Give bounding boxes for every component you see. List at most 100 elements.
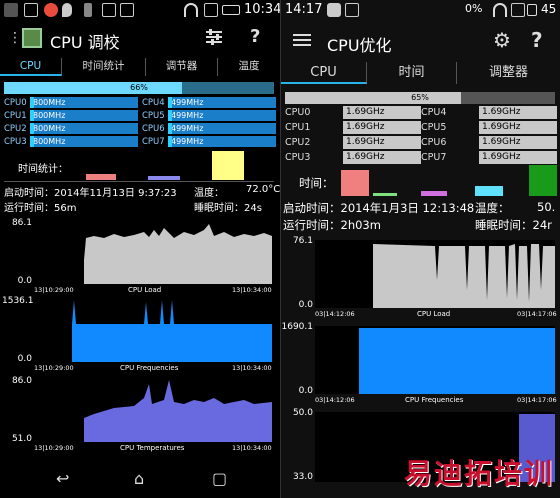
uptime-row: 运行时间：2h03m xyxy=(283,217,381,233)
cpu-temp-plot xyxy=(34,380,272,442)
freq-x-end: 03|14:17:06 xyxy=(517,396,557,404)
temp-ymax: 86.0 xyxy=(11,376,32,386)
core-label: CPU5 xyxy=(142,111,165,121)
tab-cpu[interactable]: CPU xyxy=(0,58,62,76)
tab-cpu[interactable]: CPU xyxy=(281,62,367,84)
core-frequency-bar: 800MHz xyxy=(30,110,138,121)
battery-icon xyxy=(527,4,537,16)
menu-icon[interactable] xyxy=(293,32,311,52)
uptime-label: 运行时间： xyxy=(283,218,341,232)
freq-title: CPU Frequencies xyxy=(120,364,179,372)
temp-label: 温度： xyxy=(475,201,510,215)
sleep-value: 24r xyxy=(532,218,552,232)
boot-time-row: 启动时间：2014年11月13日 9:37:23 xyxy=(4,184,177,199)
settings-gear-icon[interactable]: ⚙ xyxy=(493,28,511,52)
core-bar-marker xyxy=(168,97,172,108)
core-bar-marker xyxy=(30,136,34,147)
right-screenshot: 14:17 0% 45 CPU优化 ⚙ ? CPU 时间 调整器 65% CPU… xyxy=(281,0,560,498)
temp-ymin: 51.0 xyxy=(11,434,32,444)
sliders-icon[interactable] xyxy=(204,28,224,46)
recents-icon[interactable]: ▢ xyxy=(212,469,227,488)
core-bar-marker xyxy=(30,97,34,108)
load-title: CPU Load xyxy=(128,286,162,294)
status-bar: 10:34 xyxy=(0,0,280,20)
core-label: CPU1 xyxy=(4,111,27,121)
freq-title: CPU Frequencies xyxy=(405,396,464,404)
tab-temperature[interactable]: 温度 xyxy=(218,58,280,76)
uptime-value: 56m xyxy=(54,203,77,214)
uptime-label: 运行时间： xyxy=(4,203,54,214)
load-x-end: 13|10:34:00 xyxy=(232,286,272,294)
left-screenshot: 10:34 ⋮ CPU 调校 ? CPU 时间统计 调节器 温度 66% CPU… xyxy=(0,0,280,498)
core-label: CPU3 xyxy=(4,137,27,147)
core-label: CPU0 xyxy=(285,107,311,118)
core-bar-marker xyxy=(30,110,34,121)
sleep-label: 睡眠时间： xyxy=(475,218,533,232)
temp-value: 72.0°C xyxy=(246,184,280,195)
hist-bar xyxy=(212,151,244,180)
uptime-row: 运行时间：56m xyxy=(4,199,76,214)
uptime-value: 2h03m xyxy=(340,218,381,232)
temp-value: 50. xyxy=(537,200,556,214)
divider xyxy=(4,181,274,182)
core-frequency-bar: 499MHz xyxy=(168,136,276,147)
help-icon[interactable]: ? xyxy=(531,28,543,52)
sleep-row: 睡眠时间：24r xyxy=(475,217,552,233)
freq-ymax: 1536.1 xyxy=(2,296,34,306)
location-icon xyxy=(62,3,72,17)
core-frequency-bar: 800MHz xyxy=(30,97,138,108)
cpu-load-plot xyxy=(34,220,272,284)
hist-bar xyxy=(86,174,116,180)
tab-governor[interactable]: 调节器 xyxy=(146,58,218,76)
app-logo-icon xyxy=(22,28,42,48)
app-title: CPU优化 xyxy=(327,36,392,55)
freq-x-end: 13|10:34:00 xyxy=(232,364,272,372)
core-frequency-bar: 1.69GHz xyxy=(479,121,557,134)
action-bar: ⋮ CPU 调校 ? xyxy=(0,20,280,56)
total-load-bar: 66% xyxy=(4,82,274,94)
core-label: CPU3 xyxy=(285,152,311,163)
core-label: CPU5 xyxy=(421,122,447,133)
core-label: CPU6 xyxy=(421,137,447,148)
tab-governor[interactable]: 调整器 xyxy=(457,62,560,84)
help-icon[interactable]: ? xyxy=(250,26,260,47)
cpu-temp-graph xyxy=(34,378,272,442)
total-load-bar: 65% xyxy=(285,92,555,104)
wifi-icon xyxy=(184,3,198,17)
boot-time-label: 启动时间： xyxy=(283,201,341,215)
core-bar-marker xyxy=(30,123,34,134)
home-icon[interactable]: ⌂ xyxy=(134,469,144,488)
total-load-text: 65% xyxy=(411,93,429,102)
temp-x-end: 13|10:34:00 xyxy=(232,444,272,452)
battery-icon xyxy=(222,5,240,15)
core-frequency-bar: 1.69GHz xyxy=(343,106,421,119)
core-frequency-bar: 1.69GHz xyxy=(479,136,557,149)
close-box-icon xyxy=(511,3,525,17)
load-ymin: 0.0 xyxy=(17,276,32,286)
cpu-load-graph xyxy=(34,220,272,284)
temp-x-start: 13|10:29:00 xyxy=(34,444,74,452)
core-frequency-bar: 499MHz xyxy=(168,123,276,134)
status-battery-2: 45 xyxy=(541,2,557,16)
cpu-freq-plot xyxy=(34,300,272,362)
back-icon[interactable]: ↩ xyxy=(56,469,69,488)
time-stats-label: 时间统计： xyxy=(18,164,68,175)
load-ymin: 0.0 xyxy=(298,300,313,310)
core-label: CPU4 xyxy=(142,98,165,108)
core-bar-marker xyxy=(168,123,172,134)
tab-time[interactable]: 时间 xyxy=(367,62,457,84)
usb-icon xyxy=(84,3,92,17)
freq-x-start: 03|14:12:06 xyxy=(315,396,355,404)
freq-ymax: 1690.1 xyxy=(281,322,314,332)
hist-bar xyxy=(373,193,397,196)
freq-x-start: 13|10:29:00 xyxy=(34,364,74,372)
cpu-load-graph xyxy=(315,240,555,308)
overflow-dots-icon[interactable]: ⋮ xyxy=(8,30,22,46)
sleep-row: 睡眠时间：24s xyxy=(194,199,262,214)
core-frequency-bar: 1.69GHz xyxy=(479,151,557,164)
core-frequency-bar: 800MHz xyxy=(30,136,138,147)
tab-time-stats[interactable]: 时间统计 xyxy=(62,58,146,76)
tab-bar: CPU 时间统计 调节器 温度 xyxy=(0,58,280,76)
image-icon xyxy=(345,3,359,17)
core-frequency-bar: 800MHz xyxy=(30,123,138,134)
